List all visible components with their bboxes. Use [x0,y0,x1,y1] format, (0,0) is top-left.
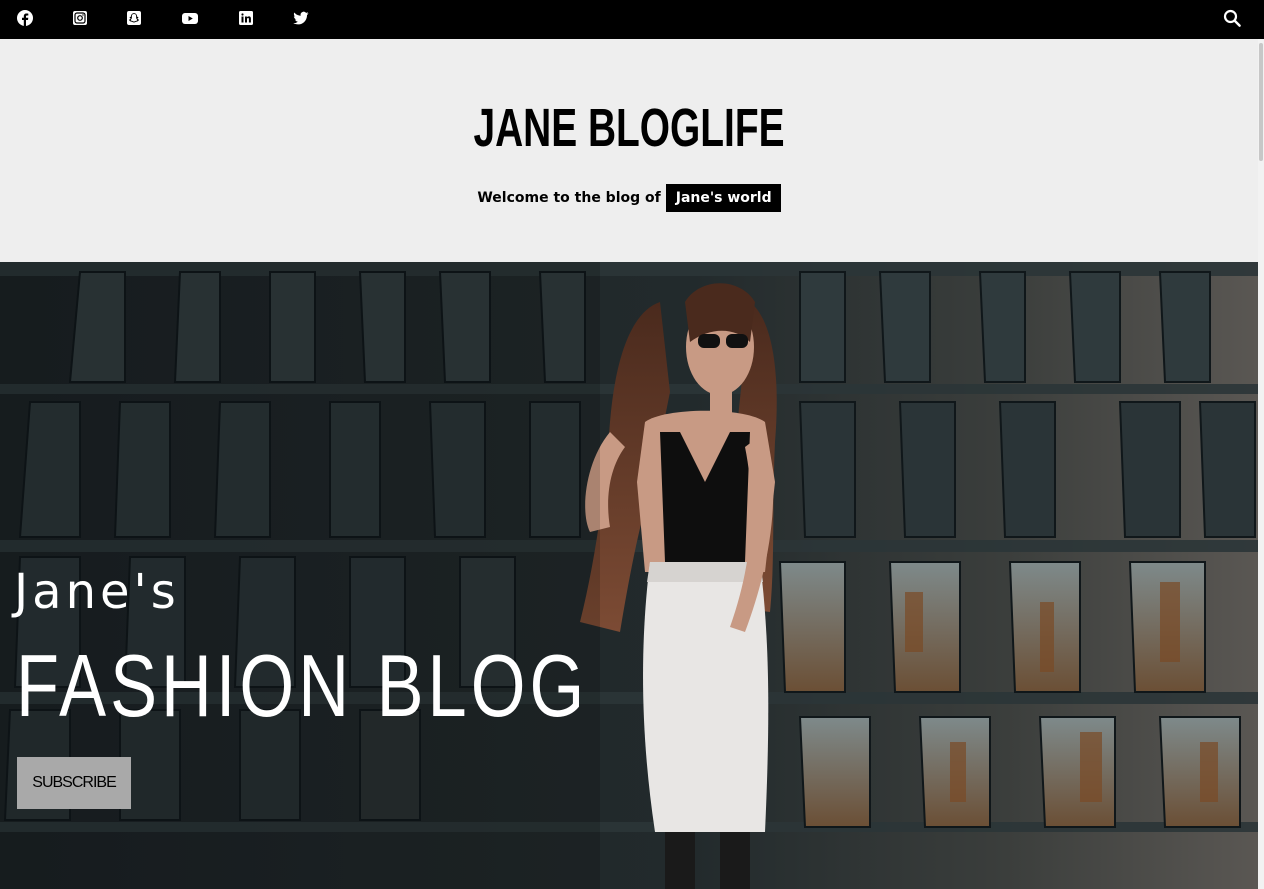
instagram-icon[interactable] [71,9,89,27]
hero-subtitle: Jane's [14,564,180,620]
scrollbar-thumb[interactable] [1259,43,1263,161]
hero-banner: Jane's FASHION BLOG SUBSCRIBE [0,262,1258,889]
site-header: JANE BLOGLIFE Welcome to the blog of Jan… [0,39,1258,262]
page-scrollbar[interactable] [1258,39,1264,889]
tagline-row: Welcome to the blog of Jane's world [0,184,1258,212]
subscribe-button[interactable]: SUBSCRIBE [17,757,131,809]
tagline-badge[interactable]: Jane's world [665,184,781,212]
twitter-icon[interactable] [292,9,310,27]
hero-title: FASHION BLOG [16,636,589,735]
facebook-icon[interactable] [16,9,34,27]
site-title[interactable]: JANE BLOGLIFE [176,97,1082,159]
hero-image [0,262,1258,889]
snapchat-icon[interactable] [125,9,143,27]
youtube-icon[interactable] [181,9,199,27]
search-icon[interactable] [1222,8,1242,28]
linkedin-icon[interactable] [237,9,255,27]
social-bar [0,0,1264,39]
tagline: Welcome to the blog of [477,190,661,206]
